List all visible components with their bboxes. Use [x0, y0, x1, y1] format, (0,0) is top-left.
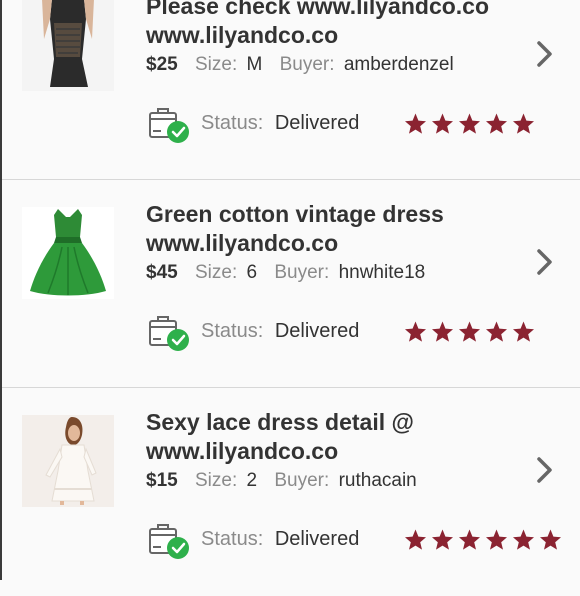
star-icon [459, 113, 480, 134]
status-value: Delivered [274, 112, 360, 134]
buyer-value: ruthacain [338, 470, 417, 491]
star-icon [405, 113, 426, 134]
size-label: Size: [194, 470, 238, 491]
size-value: 6 [246, 262, 258, 283]
buyer-label: Buyer: [274, 470, 330, 491]
list-item[interactable]: Green cotton vintage dress www.lilyandco… [2, 180, 580, 388]
status-value: Delivered [274, 320, 360, 342]
product-thumbnail [22, 207, 114, 299]
star-icon [540, 529, 561, 550]
item-title: Sexy lace dress detail @ www.lilyandco.c… [146, 408, 536, 466]
status-value: Delivered [274, 528, 360, 550]
package-delivered-icon [149, 316, 189, 351]
status-line: Status: Delivered [201, 528, 359, 551]
item-title: Please check www.lilyandco.co www.lilyan… [146, 0, 536, 50]
package-delivered-icon [149, 108, 189, 143]
item-price: $15 [146, 470, 178, 491]
item-title-line: www.lilyandco.co [146, 438, 339, 464]
rating-stars [403, 528, 563, 552]
item-title-line: www.lilyandco.co [146, 22, 339, 48]
star-icon [432, 321, 453, 342]
item-price: $25 [146, 54, 178, 75]
status-label: Status: [201, 528, 264, 550]
status-line: Status: Delivered [201, 320, 359, 343]
buyer-value: amberdenzel [343, 54, 454, 75]
item-price: $45 [146, 262, 178, 283]
size-label: Size: [194, 262, 238, 283]
item-meta: $15 Size: 2 Buyer: ruthacain [146, 470, 429, 492]
status-label: Status: [201, 320, 264, 342]
star-icon [486, 113, 507, 134]
star-icon [513, 113, 534, 134]
star-icon [513, 321, 534, 342]
item-title-line: www.lilyandco.co [146, 230, 339, 256]
product-thumbnail [22, 0, 114, 91]
list-item[interactable]: Please check www.lilyandco.co www.lilyan… [2, 0, 580, 180]
rating-stars [403, 320, 536, 344]
size-value: 2 [246, 470, 258, 491]
star-icon [486, 321, 507, 342]
star-icon [432, 529, 453, 550]
buyer-label: Buyer: [274, 262, 330, 283]
size-label: Size: [194, 54, 238, 75]
status-line: Status: Delivered [201, 112, 359, 135]
chevron-right-icon[interactable] [534, 456, 556, 484]
chevron-right-icon[interactable] [534, 40, 556, 68]
product-thumbnail [22, 415, 114, 507]
star-icon [486, 529, 507, 550]
item-title: Green cotton vintage dress www.lilyandco… [146, 200, 536, 258]
list-item[interactable]: Sexy lace dress detail @ www.lilyandco.c… [2, 388, 580, 596]
chevron-right-icon[interactable] [534, 248, 556, 276]
star-icon [459, 529, 480, 550]
buyer-value: hnwhite18 [338, 262, 426, 283]
star-icon [459, 321, 480, 342]
star-icon [405, 529, 426, 550]
status-label: Status: [201, 112, 264, 134]
item-meta: $25 Size: M Buyer: amberdenzel [146, 54, 466, 76]
star-icon [432, 113, 453, 134]
package-delivered-icon [149, 524, 189, 559]
size-value: M [246, 54, 263, 75]
item-title-line: Green cotton vintage dress [146, 201, 444, 227]
star-icon [513, 529, 534, 550]
star-icon [405, 321, 426, 342]
sold-items-list: Please check www.lilyandco.co www.lilyan… [0, 0, 580, 580]
item-title-line: Sexy lace dress detail @ [146, 409, 414, 435]
buyer-label: Buyer: [279, 54, 335, 75]
rating-stars [403, 112, 536, 136]
item-title-line: Please check www.lilyandco.co [146, 0, 490, 19]
item-meta: $45 Size: 6 Buyer: hnwhite18 [146, 262, 437, 284]
